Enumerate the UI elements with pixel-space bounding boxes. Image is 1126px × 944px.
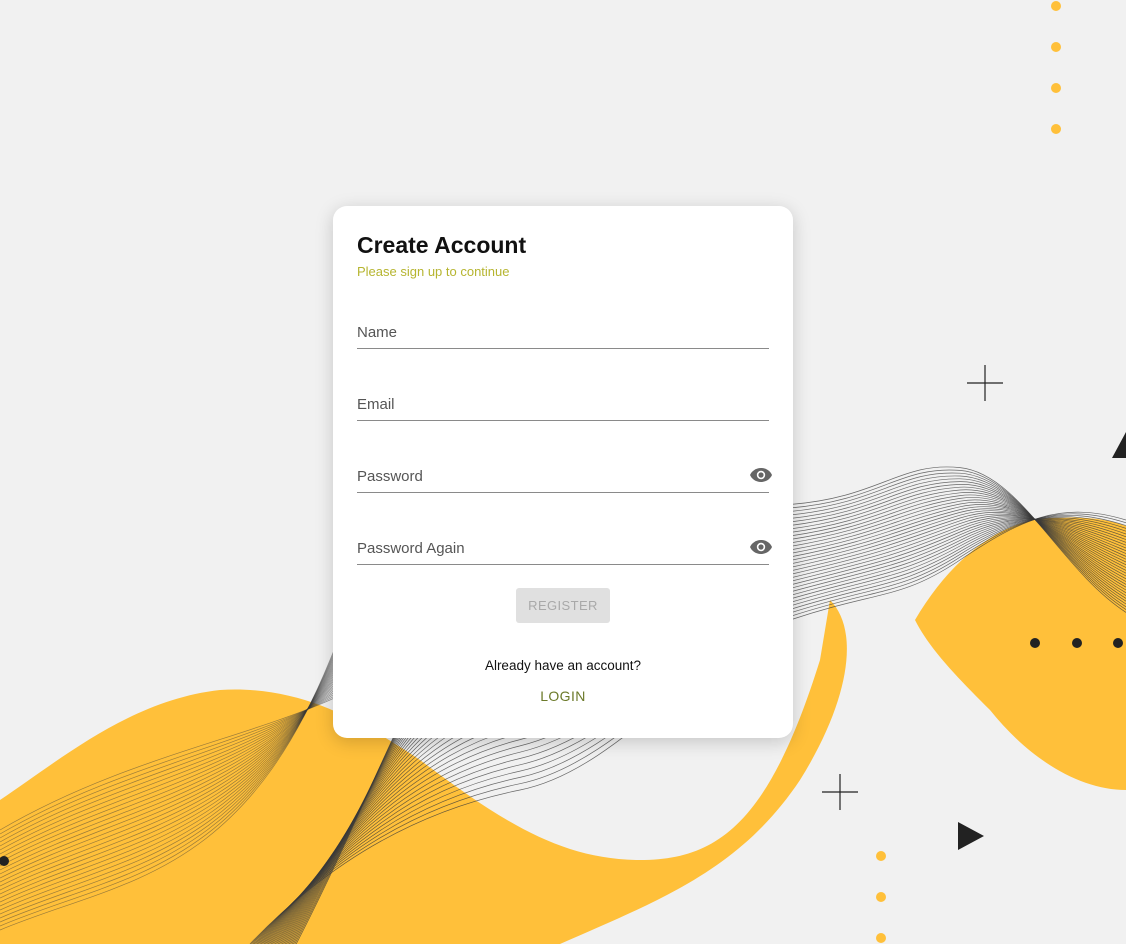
page-subtitle: Please sign up to continue xyxy=(357,264,510,279)
page-title: Create Account xyxy=(357,232,527,258)
eye-icon[interactable] xyxy=(749,538,773,556)
yellow-wave-right xyxy=(915,517,1126,790)
name-field xyxy=(357,314,769,349)
login-link[interactable]: LOGIN xyxy=(523,684,603,708)
register-card: Create Account Please sign up to continu… xyxy=(333,206,793,738)
register-button[interactable]: REGISTER xyxy=(516,588,610,623)
email-input[interactable] xyxy=(357,392,737,416)
triangle-shape-edge xyxy=(1112,432,1126,458)
yellow-dots-bottom xyxy=(876,851,886,943)
password-input[interactable] xyxy=(357,464,737,488)
yellow-dots-top xyxy=(1051,1,1061,134)
password-again-input[interactable] xyxy=(357,536,737,560)
triangle-shape xyxy=(958,822,984,850)
name-input[interactable] xyxy=(357,320,737,344)
email-field xyxy=(357,386,769,421)
password-again-field xyxy=(357,530,772,565)
login-prompt: Already have an account? xyxy=(484,658,642,673)
eye-icon[interactable] xyxy=(749,466,773,484)
password-field xyxy=(357,458,772,493)
